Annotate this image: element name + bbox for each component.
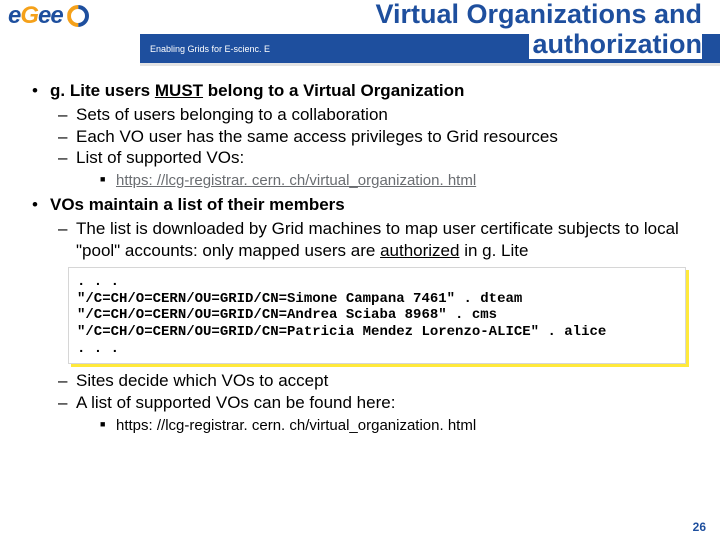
tagline: Enabling Grids for E-scienc. E — [140, 44, 270, 54]
logo-letter: G — [20, 2, 38, 30]
title-underline — [140, 63, 720, 66]
link-item: https: //lcg-registrar. cern. ch/virtual… — [76, 171, 690, 190]
page-number: 26 — [693, 520, 706, 534]
slide: eGee Virtual Organizations and authoriza… — [0, 0, 720, 540]
logo-letter: e — [50, 2, 62, 30]
sub-bullet: A list of supported VOs can be found her… — [50, 392, 690, 435]
text: VOs maintain a list of their members — [50, 195, 345, 214]
bullet-vo-members: VOs maintain a list of their members The… — [30, 194, 690, 435]
text: g. Lite users — [50, 81, 155, 100]
header: eGee Virtual Organizations and authoriza… — [0, 0, 720, 68]
text: A list of supported VOs can be found her… — [76, 393, 395, 412]
text: authorized — [380, 241, 459, 260]
mapping-example-code: . . . "/C=CH/O=CERN/OU=GRID/CN=Simone Ca… — [68, 267, 686, 364]
link-item: https: //lcg-registrar. cern. ch/virtual… — [76, 416, 690, 435]
text: The list is downloaded by Grid machines … — [76, 219, 679, 260]
bullet-list: g. Lite users MUST belong to a Virtual O… — [30, 80, 690, 435]
text: belong to a Virtual Organization — [203, 81, 464, 100]
logo-letter: e — [8, 2, 20, 30]
title-line-2: authorization — [529, 30, 703, 60]
egee-logo: eGee — [8, 2, 142, 60]
logo-letter: e — [38, 2, 50, 30]
vo-list-link-2[interactable]: https: //lcg-registrar. cern. ch/virtual… — [116, 417, 476, 434]
bullet-glite-vo: g. Lite users MUST belong to a Virtual O… — [30, 80, 690, 190]
sub-bullet: Sites decide which VOs to accept — [50, 370, 690, 392]
text: in g. Lite — [459, 241, 528, 260]
title-line-1: Virtual Organizations and — [375, 0, 702, 30]
vo-list-link[interactable]: https: //lcg-registrar. cern. ch/virtual… — [116, 172, 476, 189]
text: List of supported VOs: — [76, 148, 244, 167]
page-title: Virtual Organizations and authorization — [375, 0, 702, 59]
logo-arc-icon — [67, 5, 89, 27]
text: MUST — [155, 81, 203, 100]
sub-bullet: The list is downloaded by Grid machines … — [50, 218, 690, 262]
sub-bullet: Sets of users belonging to a collaborati… — [50, 104, 690, 126]
slide-body: g. Lite users MUST belong to a Virtual O… — [0, 68, 720, 435]
sub-bullet: List of supported VOs: https: //lcg-regi… — [50, 147, 690, 190]
sub-bullet: Each VO user has the same access privile… — [50, 126, 690, 148]
